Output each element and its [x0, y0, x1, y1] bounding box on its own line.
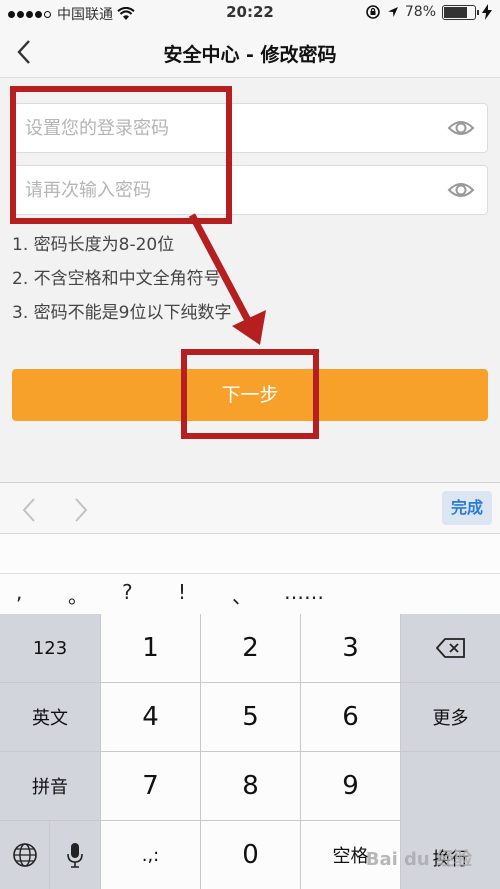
punct-key[interactable]: !	[178, 580, 186, 604]
status-right-group: 78%	[365, 4, 492, 20]
keyboard-toolbar: 完成	[0, 482, 500, 534]
next-field-icon[interactable]	[72, 497, 90, 523]
watermark: Bai du 经验	[365, 849, 472, 870]
digit-key[interactable]: 9	[301, 752, 400, 820]
password-rule: 1. 密码长度为8-20位	[12, 235, 175, 255]
digit-key[interactable]: 0	[201, 821, 300, 889]
globe-key[interactable]	[0, 821, 49, 889]
battery-icon	[442, 4, 479, 20]
punct-key[interactable]: 、	[232, 580, 252, 609]
globe-icon	[12, 843, 37, 867]
microphone-icon	[67, 843, 83, 868]
punctuation-key[interactable]: .,:	[101, 821, 200, 889]
charging-icon	[482, 4, 492, 20]
annotation-arrow	[188, 213, 266, 345]
nav-bar: 安全中心 - 修改密码	[0, 26, 500, 78]
annotation-box-fields	[10, 86, 232, 224]
done-button[interactable]: 完成	[442, 491, 492, 525]
digit-key[interactable]: 4	[101, 683, 200, 751]
mode-123-key[interactable]: 123	[0, 614, 100, 682]
punct-key[interactable]: 。	[68, 580, 88, 609]
digit-key[interactable]: 2	[201, 614, 300, 682]
digit-key[interactable]: 5	[201, 683, 300, 751]
digit-key[interactable]: 8	[201, 752, 300, 820]
eye-icon[interactable]	[447, 116, 475, 140]
english-key[interactable]: 英文	[0, 683, 100, 751]
punct-key[interactable]: ……	[284, 580, 324, 604]
candidate-bar	[0, 534, 500, 574]
backspace-icon	[435, 638, 465, 658]
backspace-key[interactable]	[401, 614, 500, 682]
digit-key[interactable]: 7	[101, 752, 200, 820]
punct-key[interactable]: ,	[16, 580, 22, 604]
digit-key[interactable]: 1	[101, 614, 200, 682]
page-title: 安全中心 - 修改密码	[163, 44, 337, 66]
status-bar: 中国联通 20:22 78%	[0, 0, 500, 26]
previous-field-icon[interactable]	[20, 497, 38, 523]
more-key[interactable]: 更多	[401, 683, 500, 751]
digit-key[interactable]: 3	[301, 614, 400, 682]
punctuation-row: , 。 ? ! 、 ……	[0, 574, 500, 614]
pinyin-key[interactable]: 拼音	[0, 752, 100, 820]
digit-key[interactable]: 6	[301, 683, 400, 751]
eye-icon[interactable]	[447, 178, 475, 202]
punct-key[interactable]: ?	[122, 580, 133, 604]
rotation-lock-icon	[366, 5, 380, 19]
annotation-box-button	[181, 349, 319, 439]
battery-percent: 78%	[404, 4, 436, 20]
location-icon	[387, 7, 398, 17]
microphone-key[interactable]	[50, 821, 100, 889]
